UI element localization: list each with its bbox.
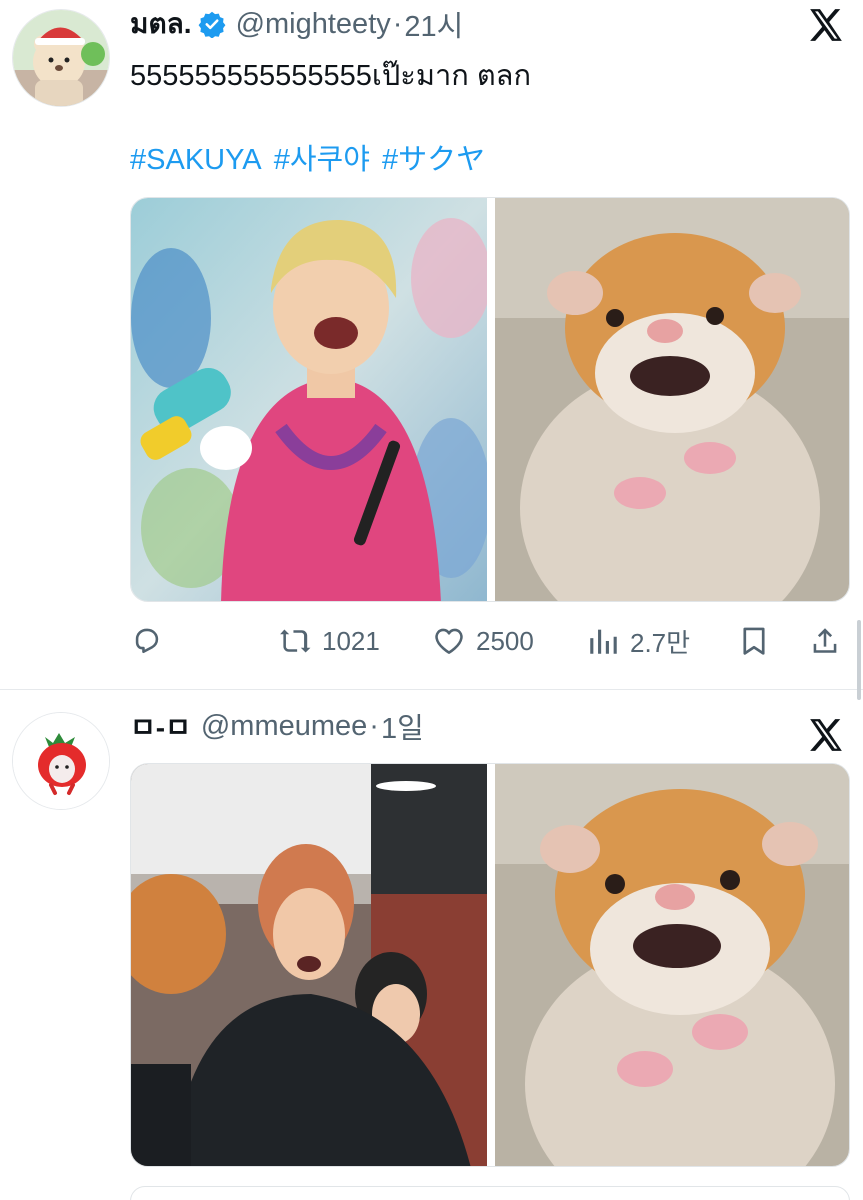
hamster-photo[interactable]	[495, 764, 849, 1166]
tweet[interactable]: ㅁ-ㅁ @mmeumee · 1일	[0, 690, 863, 1200]
hashtag-list: #SAKUYA #사쿠야 #サクヤ	[130, 136, 489, 178]
user-handle[interactable]: @mmeumee	[201, 710, 367, 743]
avatar[interactable]	[12, 712, 110, 810]
share-button[interactable]	[808, 620, 842, 662]
display-name[interactable]: มตล.	[130, 2, 192, 46]
performer-photo[interactable]	[131, 198, 487, 601]
separator-dot: ·	[392, 7, 403, 40]
hashtag-link[interactable]: #SAKUYA	[130, 144, 262, 176]
hashtag-link[interactable]: #사쿠야	[274, 144, 370, 176]
verified-badge-icon	[198, 10, 226, 39]
x-logo-icon[interactable]	[807, 716, 845, 754]
bookmark-icon	[743, 627, 765, 655]
views-button[interactable]: 2.7만	[586, 620, 690, 662]
scrollbar[interactable]	[857, 620, 861, 700]
retweet-button[interactable]: 1021	[278, 620, 380, 662]
media-gap	[487, 764, 495, 1166]
views-icon	[590, 629, 617, 654]
bookmark-button[interactable]	[737, 620, 771, 662]
media-grid	[130, 197, 850, 602]
like-button[interactable]: 2500	[432, 620, 534, 662]
media-grid	[130, 763, 850, 1167]
share-icon	[813, 628, 837, 653]
x-logo-icon[interactable]	[807, 6, 845, 44]
like-count: 2500	[476, 625, 534, 656]
heart-icon	[435, 628, 463, 654]
tweet-header: ㅁ-ㅁ @mmeumee · 1일	[130, 706, 424, 746]
media-gap	[487, 198, 495, 601]
tweet[interactable]: มตล. @mighteety · 21시 555555555555555เป๊…	[0, 0, 863, 690]
retweet-icon	[280, 629, 311, 653]
action-bar: 1021 2500 2.7만	[130, 620, 850, 662]
reply-icon	[135, 628, 159, 654]
avatar[interactable]	[12, 9, 110, 107]
crowd-photo[interactable]	[131, 764, 487, 1166]
hashtag-link[interactable]: #サクヤ	[382, 144, 485, 176]
next-item-edge	[130, 1186, 850, 1200]
display-name[interactable]: ㅁ-ㅁ	[130, 706, 191, 746]
separator-dot: ·	[369, 709, 379, 742]
user-handle[interactable]: @mighteety	[236, 8, 391, 41]
views-count: 2.7만	[630, 627, 691, 658]
timestamp[interactable]: 1일	[381, 705, 424, 747]
tweet-header: มตล. @mighteety · 21시	[130, 4, 463, 44]
retweet-count: 1021	[322, 625, 380, 656]
hamster-photo[interactable]	[495, 198, 849, 601]
timestamp[interactable]: 21시	[404, 3, 463, 45]
tweet-text: 555555555555555เป๊ะมาก ตลก	[130, 60, 532, 92]
reply-button[interactable]	[130, 620, 164, 662]
